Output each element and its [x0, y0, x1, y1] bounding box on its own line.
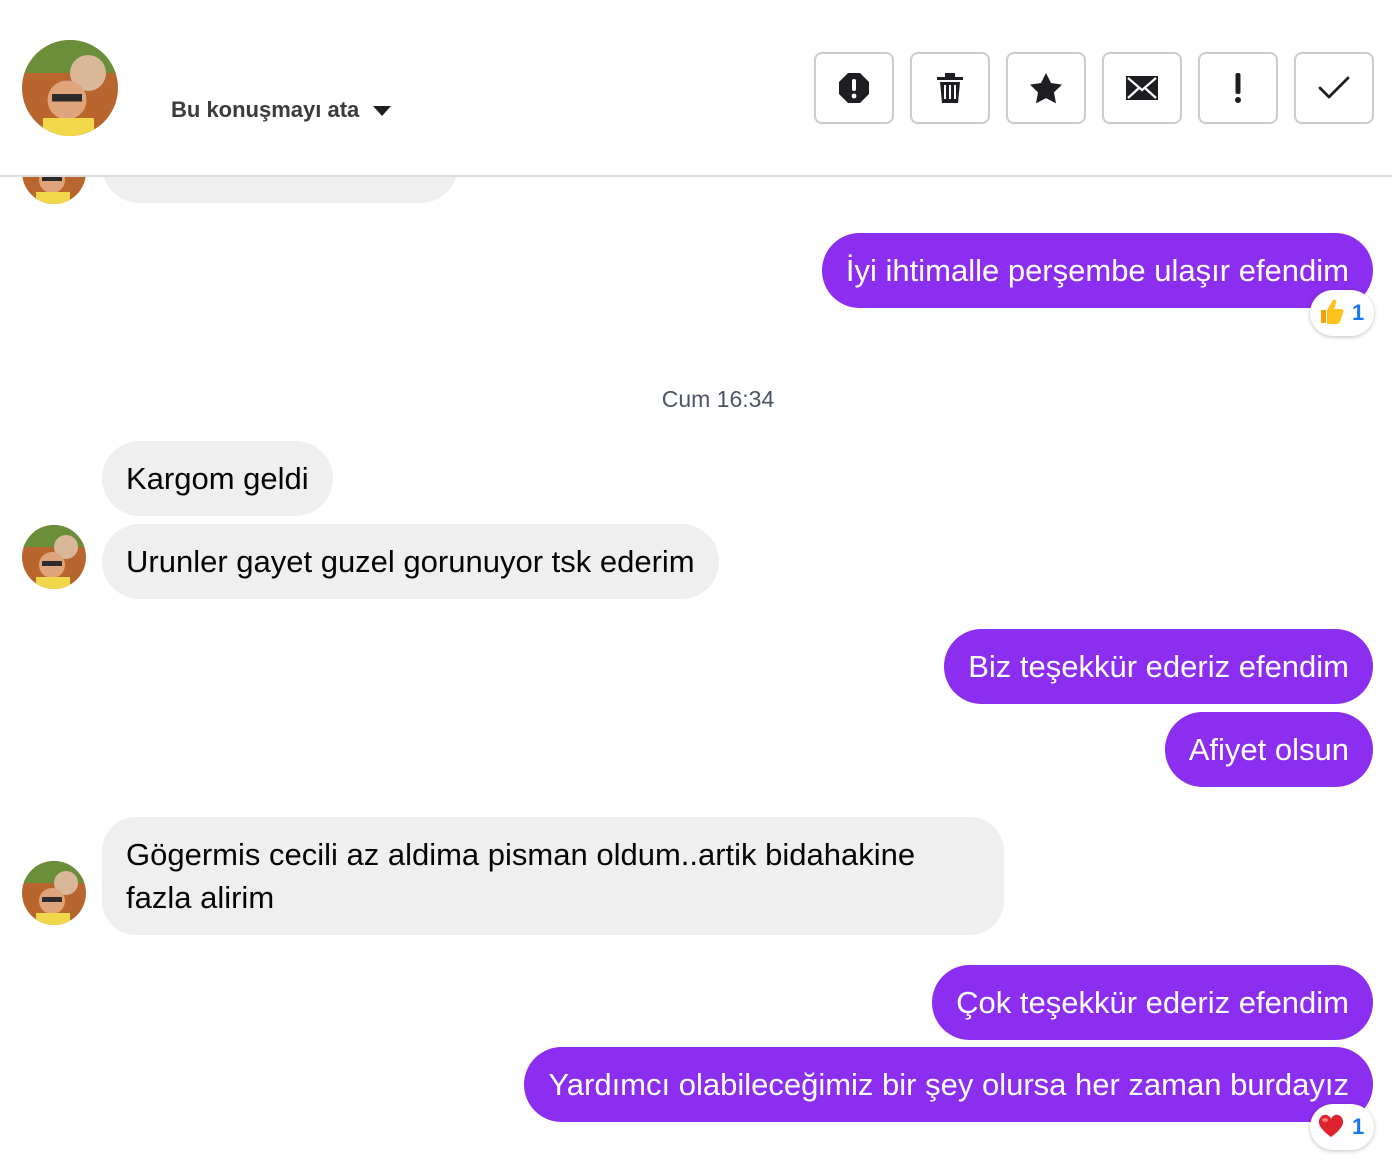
reaction-count: 1	[1352, 300, 1365, 325]
mark-unread-button[interactable]	[1102, 52, 1182, 124]
message-bubble-incoming[interactable]: Urunler gayet guzel gorunuyor tsk ederim	[102, 524, 719, 599]
caret-down-icon	[373, 106, 392, 116]
check-icon	[1318, 76, 1350, 100]
message-bubble-outgoing[interactable]: Çok teşekkür ederiz efendim	[932, 965, 1373, 1040]
exclamation-icon	[1233, 72, 1243, 104]
mark-done-button[interactable]	[1294, 52, 1374, 124]
message-bubble-outgoing[interactable]: Biz teşekkür ederiz efendim	[944, 629, 1373, 704]
contact-avatar	[22, 525, 86, 589]
message-timestamp: Cum 16:34	[661, 386, 775, 412]
message-bubble-outgoing[interactable]: Yardımcı olabileceğimiz bir şey olursa h…	[524, 1047, 1373, 1122]
envelope-icon	[1125, 75, 1159, 101]
assign-conversation-dropdown[interactable]: Bu konuşmayı ata	[171, 95, 392, 125]
alert-circle-icon	[837, 71, 871, 105]
follow-up-button[interactable]	[1198, 52, 1278, 124]
message-reaction[interactable]: 1	[1310, 290, 1375, 336]
spam-button[interactable]	[814, 52, 894, 124]
contact-avatar[interactable]	[22, 40, 118, 136]
message-bubble-incoming[interactable]: Kargom geldi	[102, 441, 333, 516]
delete-button[interactable]	[910, 52, 990, 124]
reaction-count: 1	[1352, 1114, 1365, 1139]
star-button[interactable]	[1006, 52, 1086, 124]
message-reaction[interactable]: 1	[1310, 1104, 1375, 1150]
heart-icon	[1316, 1110, 1346, 1145]
message-bubble-outgoing[interactable]: İyi ihtimalle perşembe ulaşır efendim	[821, 233, 1373, 308]
inbox-conversation-view: İyi ihtimalle perşembe ulaşır efendim 1 …	[0, 0, 1392, 1170]
conversation-actions	[814, 52, 1374, 124]
trash-icon	[935, 72, 965, 104]
message-bubble-incoming[interactable]: Gögermis cecili az aldima pisman oldum..…	[102, 817, 1004, 935]
message-bubble-outgoing[interactable]: Afiyet olsun	[1164, 712, 1373, 787]
star-icon	[1029, 72, 1063, 104]
contact-avatar	[22, 861, 86, 925]
conversation-header: Bu konuşmayı ata	[0, 0, 1392, 177]
assign-label: Bu konuşmayı ata	[171, 97, 360, 122]
thumbs-up-icon	[1316, 296, 1346, 331]
